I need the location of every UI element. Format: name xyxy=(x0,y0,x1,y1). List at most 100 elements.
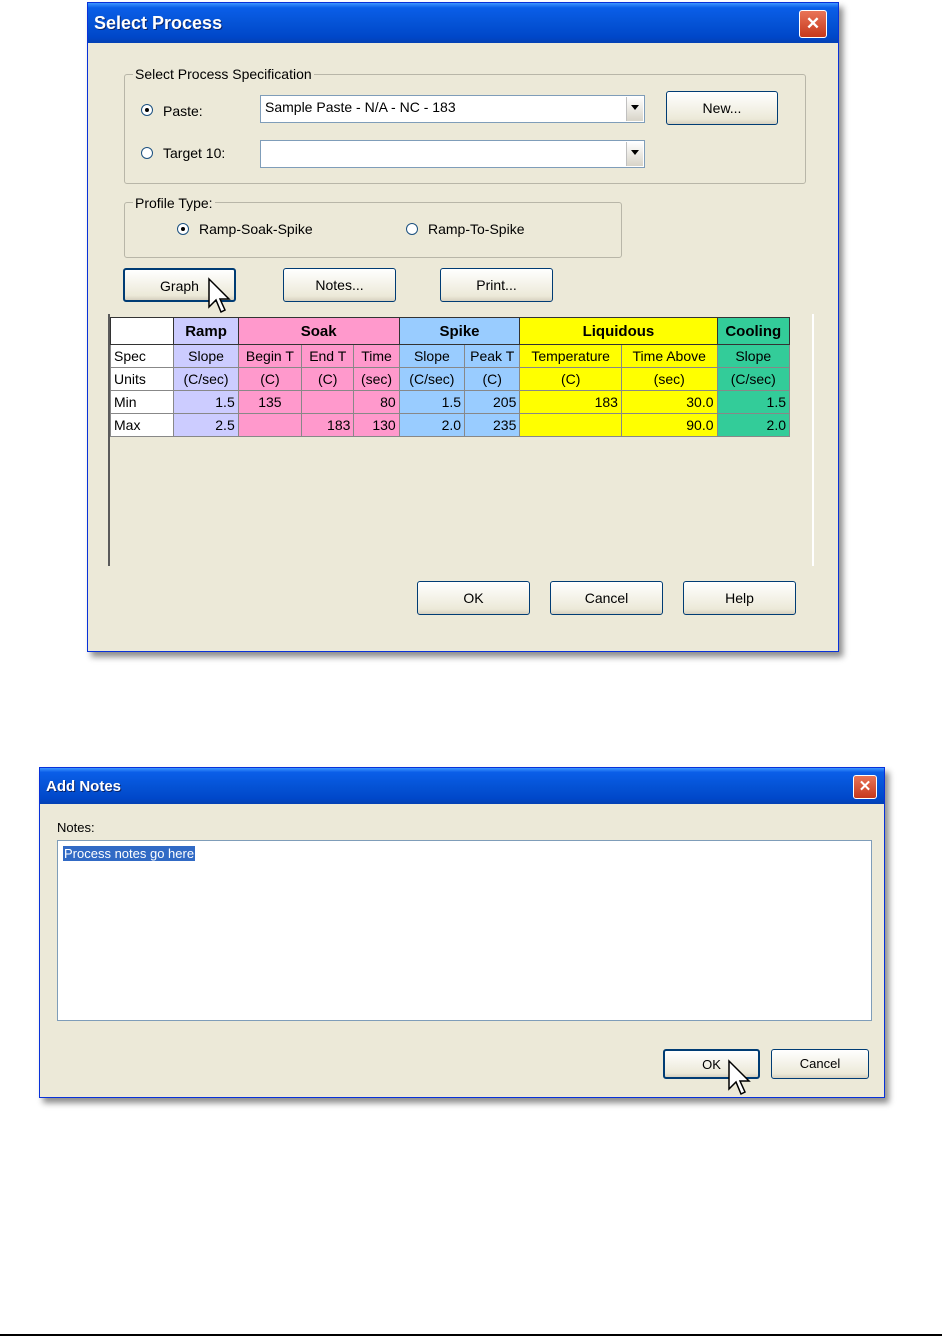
table-cell[interactable] xyxy=(519,413,622,437)
title-bar[interactable]: Add Notes ✕ xyxy=(40,768,884,804)
table-cell[interactable]: 130 xyxy=(353,413,400,437)
table-cell[interactable]: 135 xyxy=(237,390,303,414)
table-cell[interactable]: 1.5 xyxy=(398,390,466,414)
table-cell[interactable]: Begin T xyxy=(237,344,303,368)
ok-button[interactable]: OK xyxy=(417,581,530,615)
profile-type-group-label: Profile Type: xyxy=(133,195,215,211)
table-cell[interactable]: 205 xyxy=(464,390,521,414)
table-cell[interactable]: Time Above xyxy=(620,344,718,368)
table-cell[interactable]: (C/sec) xyxy=(398,367,466,391)
notes-button-label: Notes... xyxy=(315,277,364,293)
table-row: Units (C/sec) (C) (C) (sec) (C/sec) (C) … xyxy=(109,367,790,391)
table-cell[interactable]: 2.0 xyxy=(398,413,466,437)
table-cell[interactable]: (sec) xyxy=(620,367,718,391)
group-header-ramp: Ramp xyxy=(173,317,239,345)
notes-button[interactable]: Notes... xyxy=(283,268,396,302)
new-button-label: New... xyxy=(702,100,742,116)
ramp-soak-spike-label: Ramp-Soak-Spike xyxy=(199,221,313,237)
table-cell[interactable]: (C) xyxy=(237,367,303,391)
table-cell[interactable]: Slope xyxy=(398,344,466,368)
table-cell[interactable]: 90.0 xyxy=(620,413,718,437)
table-cell[interactable]: 183 xyxy=(301,413,355,437)
table-cell[interactable]: Temperature xyxy=(519,344,622,368)
mouse-pointer-icon xyxy=(728,1059,751,1096)
ok-button-label: OK xyxy=(463,590,484,606)
table-cell[interactable]: Time xyxy=(353,344,400,368)
table-cell[interactable] xyxy=(301,390,355,414)
process-spec-group-label: Select Process Specification xyxy=(133,66,314,82)
paste-combo-value: Sample Paste - N/A - NC - 183 xyxy=(265,99,456,115)
table-corner-cell xyxy=(109,317,175,345)
table-cell[interactable]: (C) xyxy=(464,367,521,391)
help-button-label: Help xyxy=(725,590,754,606)
group-header-cooling: Cooling xyxy=(716,317,790,345)
table-cell[interactable]: 2.0 xyxy=(716,413,790,437)
chevron-down-icon[interactable] xyxy=(626,97,643,121)
row-header: Max xyxy=(109,413,175,437)
spec-grid: Ramp Soak Spike Liquidous Cooling Spec S… xyxy=(108,314,814,566)
paste-combo[interactable]: Sample Paste - N/A - NC - 183 xyxy=(260,95,645,123)
paste-label: Paste: xyxy=(163,103,203,119)
table-cell[interactable]: 1.5 xyxy=(716,390,790,414)
table-cell[interactable]: Slope xyxy=(173,344,239,368)
table-row: Min 1.5 135 80 1.5 205 183 30.0 1.5 xyxy=(109,390,790,414)
close-icon: ✕ xyxy=(858,778,872,795)
ramp-to-spike-label: Ramp-To-Spike xyxy=(428,221,525,237)
table-row: Spec Slope Begin T End T Time Slope Peak… xyxy=(109,344,790,368)
print-button-label: Print... xyxy=(476,277,517,293)
chevron-down-icon[interactable] xyxy=(626,142,643,166)
table-cell[interactable]: (sec) xyxy=(353,367,400,391)
help-button[interactable]: Help xyxy=(683,581,796,615)
notes-text: Process notes go here xyxy=(63,846,196,861)
table-cell[interactable] xyxy=(237,413,303,437)
cancel-button[interactable]: Cancel xyxy=(771,1049,869,1079)
group-header-liquidous: Liquidous xyxy=(519,317,718,345)
table-cell[interactable]: Peak T xyxy=(464,344,521,368)
row-header: Min xyxy=(109,390,175,414)
table-cell[interactable]: Slope xyxy=(716,344,790,368)
table-cell[interactable]: (C/sec) xyxy=(173,367,239,391)
dialog-title: Select Process xyxy=(94,13,223,33)
table-cell[interactable]: 30.0 xyxy=(620,390,718,414)
graph-button-label: Graph xyxy=(160,278,199,294)
target-combo[interactable] xyxy=(260,140,645,168)
group-header-spike: Spike xyxy=(398,317,521,345)
print-button[interactable]: Print... xyxy=(440,268,553,302)
table-row: Max 2.5 183 130 2.0 235 90.0 2.0 xyxy=(109,413,790,437)
close-button[interactable]: ✕ xyxy=(799,10,827,38)
select-process-dialog: Select Process ✕ Select Process Specific… xyxy=(87,2,839,652)
spec-table: Ramp Soak Spike Liquidous Cooling Spec S… xyxy=(109,317,790,437)
target-label: Target 10: xyxy=(163,145,226,161)
table-cell[interactable]: 1.5 xyxy=(173,390,239,414)
row-header: Units xyxy=(109,367,175,391)
mouse-pointer-icon xyxy=(208,277,231,314)
table-cell[interactable]: 80 xyxy=(353,390,400,414)
dialog-title: Add Notes xyxy=(46,778,121,795)
table-cell[interactable]: (C/sec) xyxy=(716,367,790,391)
table-cell[interactable]: 2.5 xyxy=(173,413,239,437)
new-button[interactable]: New... xyxy=(666,91,778,125)
add-notes-dialog: Add Notes ✕ Notes: Process notes go here… xyxy=(39,767,885,1098)
notes-textarea[interactable]: Process notes go here xyxy=(57,840,872,1021)
title-bar[interactable]: Select Process ✕ xyxy=(88,3,838,43)
row-header: Spec xyxy=(109,344,175,368)
cancel-button-label: Cancel xyxy=(584,590,629,606)
table-cell[interactable]: (C) xyxy=(519,367,622,391)
target-radio[interactable] xyxy=(141,147,153,159)
table-cell[interactable]: 183 xyxy=(519,390,622,414)
close-icon: ✕ xyxy=(805,14,821,33)
notes-label: Notes: xyxy=(57,820,95,835)
ramp-soak-spike-radio[interactable] xyxy=(177,223,189,235)
close-button[interactable]: ✕ xyxy=(853,775,877,799)
table-cell[interactable]: (C) xyxy=(301,367,355,391)
page-divider xyxy=(0,1334,942,1336)
ok-button-label: OK xyxy=(702,1057,721,1072)
group-header-soak: Soak xyxy=(237,317,400,345)
table-cell[interactable]: End T xyxy=(301,344,355,368)
paste-radio[interactable] xyxy=(141,104,153,116)
cancel-button[interactable]: Cancel xyxy=(550,581,663,615)
ramp-to-spike-radio[interactable] xyxy=(406,223,418,235)
table-group-row: Ramp Soak Spike Liquidous Cooling xyxy=(109,317,790,345)
table-cell[interactable]: 235 xyxy=(464,413,521,437)
cancel-button-label: Cancel xyxy=(799,1056,841,1071)
